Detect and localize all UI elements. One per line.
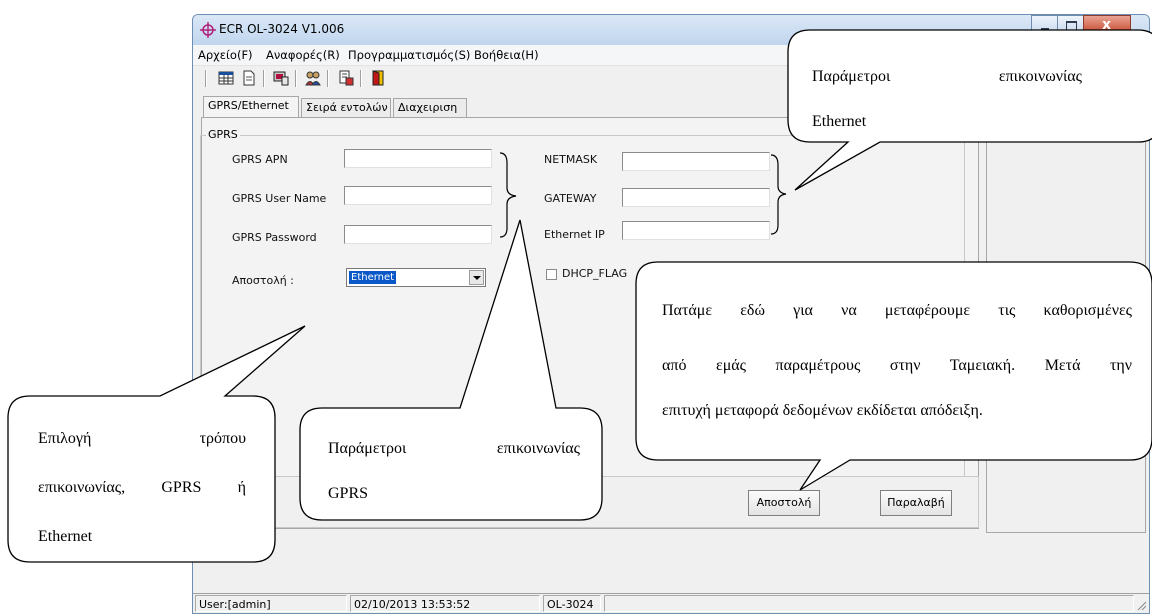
status-empty-cell [604, 595, 1134, 612]
send-mode-label: Αποστολή : [232, 274, 294, 287]
menu-help[interactable]: Βοήθεια(H) [474, 48, 539, 62]
netmask-label: NETMASK [544, 153, 598, 166]
netmask-input[interactable] [622, 152, 770, 171]
status-bar: User:[admin] 02/10/2013 13:53:52 OL-3024 [193, 593, 1149, 613]
status-datetime: 02/10/2013 13:53:52 [350, 595, 540, 612]
send-callout-line3: επιτυχή μεταφορά δεδομένων εκδίδεται από… [662, 402, 983, 419]
ethernet-callout-line2: Ethernet [812, 113, 867, 130]
ethernet-ip-input[interactable] [622, 221, 770, 240]
gprs-user-input[interactable] [344, 186, 492, 205]
resize-grip-icon[interactable] [1135, 599, 1147, 611]
ethernet-ip-label: Ethernet IP [544, 228, 605, 241]
status-user: User:[admin] [195, 595, 347, 612]
exit-door-icon[interactable] [370, 70, 386, 86]
ethernet-callout-line1: Παράμετροι επικοινωνίας [812, 68, 1082, 85]
gateway-label: GATEWAY [544, 192, 597, 205]
dhcp-flag-label: DHCP_FLAG [562, 267, 628, 280]
gprs-apn-label: GPRS APN [232, 153, 288, 166]
report-icon[interactable] [338, 70, 354, 86]
minimize-icon [1041, 28, 1049, 30]
tab-command-sequence[interactable]: Σειρά εντολών [301, 98, 391, 117]
status-model: OL-3024 [543, 595, 601, 612]
gprs-user-label: GPRS User Name [232, 192, 327, 205]
mode-callout-line1: Επιλογή τρόπου [38, 430, 246, 447]
minimize-button[interactable] [1031, 15, 1058, 35]
gprs-callout-line2: GPRS [328, 485, 369, 502]
gprs-callout-line1: Παράμετροι επικοινωνίας [328, 440, 580, 457]
tab-gprs-ethernet[interactable]: GPRS/Ethernet [203, 96, 299, 118]
send-button[interactable]: Αποστολή [748, 490, 820, 516]
menu-file[interactable]: Αρχείο(F) [198, 48, 253, 62]
send-mode-select[interactable]: Ethernet [346, 268, 486, 287]
maximize-icon [1066, 21, 1077, 31]
dropdown-arrow-icon[interactable] [469, 270, 484, 285]
monitor-icon[interactable] [273, 70, 289, 86]
grid-icon[interactable] [218, 70, 234, 86]
menu-reports[interactable]: Αναφορές(R) [266, 48, 340, 62]
maximize-button[interactable] [1057, 15, 1084, 35]
close-icon: x [1102, 17, 1112, 33]
users-icon[interactable] [305, 70, 321, 86]
dhcp-flag-checkbox[interactable] [546, 269, 557, 280]
mode-callout-line3: Ethernet [38, 528, 93, 545]
button-area [201, 476, 979, 528]
close-button[interactable]: x [1083, 15, 1131, 35]
gprs-apn-input[interactable] [344, 149, 492, 168]
document-icon[interactable] [241, 70, 257, 86]
receive-button[interactable]: Παραλαβή [880, 490, 952, 516]
send-mode-value: Ethernet [349, 271, 397, 284]
gprs-group-label: GPRS [206, 128, 240, 141]
menu-programming[interactable]: Προγραμματισμός(S) [348, 48, 470, 62]
mode-callout-line2: επικοινωνίας, GPRS ή [38, 479, 246, 496]
gprs-password-label: GPRS Password [232, 231, 317, 244]
send-callout-line2: από εμάς παραμέτρους στην Ταμειακή. Μετά… [662, 357, 1132, 374]
crosshair-app-icon [200, 22, 216, 38]
tab-management[interactable]: Διαχειριση [393, 98, 467, 117]
send-callout-line1: Πατάμε εδώ για να μεταφέρουμε τις καθορι… [662, 302, 1132, 319]
gateway-input[interactable] [622, 188, 770, 207]
window-title: ECR OL-3024 V1.006 [219, 22, 345, 36]
title-bar: ECR OL-3024 V1.006 x [193, 15, 1149, 45]
gprs-password-input[interactable] [344, 225, 492, 244]
